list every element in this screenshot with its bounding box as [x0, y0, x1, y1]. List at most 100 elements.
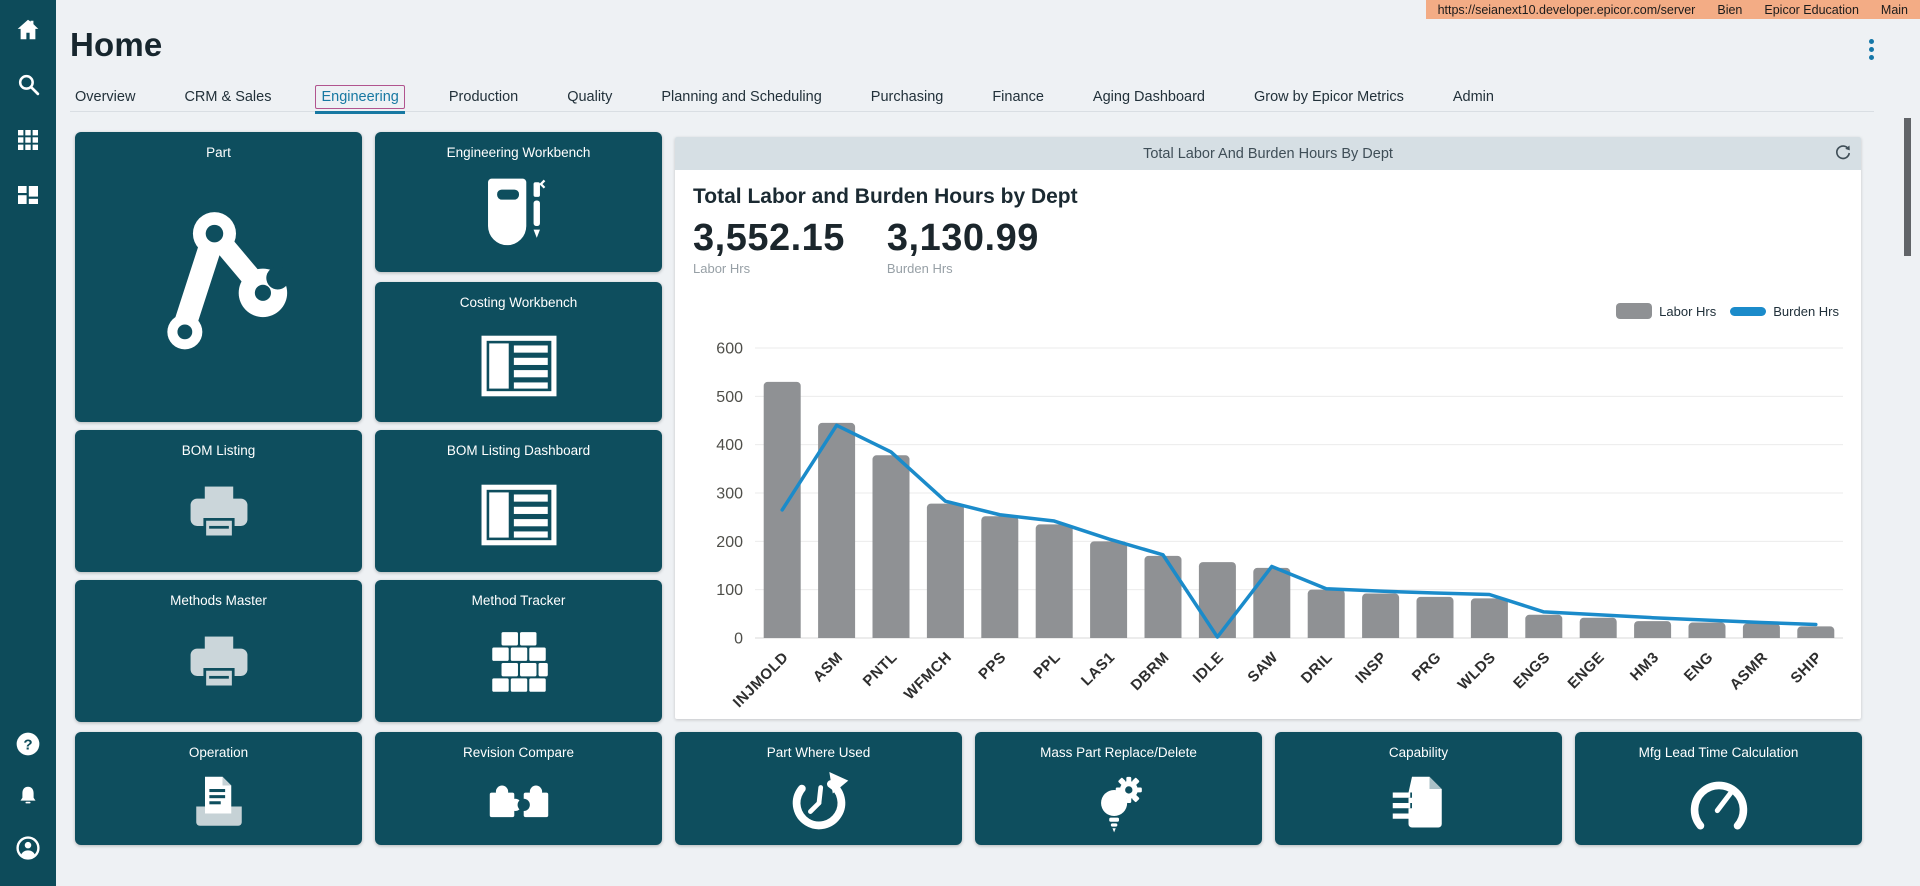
- apps-button[interactable]: [13, 126, 43, 156]
- tile-part[interactable]: Part: [75, 132, 362, 422]
- panel-header-title: Total Labor And Burden Hours By Dept: [1143, 146, 1393, 162]
- tab-crm-sales[interactable]: CRM & Sales: [179, 86, 276, 108]
- notifications-button[interactable]: [13, 782, 43, 812]
- tile-method-tracker[interactable]: Method Tracker: [375, 580, 662, 722]
- debug-url: https://seianext10.developer.epicor.com/…: [1438, 3, 1696, 17]
- idea-gear-icon: [975, 760, 1262, 845]
- tile-bom-listing[interactable]: BOM Listing: [75, 430, 362, 572]
- legend-item-labor-hrs: Labor Hrs: [1616, 303, 1716, 319]
- tile-part-where-used[interactable]: Part Where Used: [675, 732, 962, 845]
- svg-text:ENGS: ENGS: [1510, 649, 1553, 692]
- brick-wall-icon: [375, 608, 662, 722]
- refresh-button[interactable]: [1833, 144, 1853, 164]
- refresh-icon: [1834, 150, 1852, 165]
- kpi-group: 3,552.15 Labor Hrs 3,130.99 Burden Hrs: [693, 219, 1039, 276]
- tab-overview[interactable]: Overview: [70, 86, 140, 108]
- svg-text:ENG: ENG: [1681, 649, 1717, 685]
- svg-text:WFMCH: WFMCH: [901, 649, 955, 703]
- tab-grow-by-epicor-metrics[interactable]: Grow by Epicor Metrics: [1249, 86, 1409, 108]
- svg-text:DRIL: DRIL: [1298, 649, 1336, 687]
- svg-text:600: 600: [716, 341, 743, 358]
- bar-swatch-icon: [1616, 303, 1652, 319]
- line-swatch-icon: [1730, 307, 1766, 316]
- tile-label: Engineering Workbench: [439, 145, 599, 160]
- robot-arm-icon: [75, 160, 362, 422]
- tile-methods-master[interactable]: Methods Master: [75, 580, 362, 722]
- svg-text:ASMR: ASMR: [1727, 649, 1772, 694]
- home-button[interactable]: [13, 16, 43, 46]
- tab-aging-dashboard[interactable]: Aging Dashboard: [1088, 86, 1210, 108]
- dashboards-button[interactable]: [13, 181, 43, 211]
- labor-burden-chart: 0100200300400500600INJMOLDASMPNTLWFMCHPP…: [689, 340, 1849, 712]
- apps-grid-icon: [16, 128, 40, 155]
- tile-engineering-workbench[interactable]: Engineering Workbench: [375, 132, 662, 272]
- tile-label: BOM Listing Dashboard: [439, 443, 598, 458]
- tile-label: Costing Workbench: [452, 295, 586, 310]
- svg-text:PPL: PPL: [1030, 649, 1064, 683]
- tab-admin[interactable]: Admin: [1448, 86, 1499, 108]
- tile-label: Capability: [1381, 745, 1456, 760]
- chart-bars: [764, 382, 1835, 638]
- help-icon: ?: [15, 731, 41, 760]
- svg-text:PNTL: PNTL: [860, 649, 901, 690]
- tile-label: Part Where Used: [759, 745, 879, 760]
- home-icon: [15, 17, 41, 46]
- chart-panel: Total Labor And Burden Hours By Dept Tot…: [675, 137, 1861, 719]
- vertical-scrollbar[interactable]: [1904, 118, 1911, 256]
- tab-production[interactable]: Production: [444, 86, 523, 108]
- svg-text:WLDS: WLDS: [1455, 649, 1500, 694]
- svg-text:LAS1: LAS1: [1078, 649, 1119, 690]
- document-lines-icon: [1275, 760, 1562, 845]
- gauge-icon: [1575, 760, 1862, 845]
- tile-mfg-lead-time-calculation[interactable]: Mfg Lead Time Calculation: [1575, 732, 1862, 845]
- kpi-label: Burden Hrs: [887, 261, 1039, 276]
- svg-text:?: ?: [23, 736, 32, 753]
- legend-label: Labor Hrs: [1659, 304, 1716, 319]
- printer-icon: [75, 458, 362, 572]
- kpi-burden-hrs: 3,130.99 Burden Hrs: [887, 219, 1039, 276]
- legend-label: Burden Hrs: [1773, 304, 1839, 319]
- tab-finance[interactable]: Finance: [987, 86, 1049, 108]
- puzzle-icon: [375, 760, 662, 845]
- search-button[interactable]: [13, 71, 43, 101]
- tab-quality[interactable]: Quality: [562, 86, 617, 108]
- welding-tool-icon: [375, 160, 662, 272]
- tile-bom-listing-dashboard[interactable]: BOM Listing Dashboard: [375, 430, 662, 572]
- svg-text:HM3: HM3: [1627, 649, 1662, 684]
- tile-mass-part-replace-delete[interactable]: Mass Part Replace/Delete: [975, 732, 1262, 845]
- svg-text:200: 200: [716, 534, 743, 551]
- kpi-label: Labor Hrs: [693, 261, 845, 276]
- tab-bar: Overview CRM & Sales Engineering Product…: [70, 82, 1874, 112]
- tile-label: Mfg Lead Time Calculation: [1631, 745, 1807, 760]
- dashboards-icon: [16, 183, 40, 210]
- tile-label: Mass Part Replace/Delete: [1032, 745, 1205, 760]
- tab-planning-and-scheduling[interactable]: Planning and Scheduling: [656, 86, 826, 108]
- printer-icon: [75, 608, 362, 722]
- svg-text:ENGE: ENGE: [1565, 649, 1608, 692]
- kpi-value: 3,130.99: [887, 219, 1039, 259]
- tile-label: Operation: [181, 745, 256, 760]
- tab-engineering[interactable]: Engineering: [315, 85, 404, 109]
- overflow-menu-button[interactable]: [1862, 36, 1880, 62]
- kpi-labor-hrs: 3,552.15 Labor Hrs: [693, 219, 845, 276]
- svg-text:500: 500: [716, 389, 743, 406]
- tile-capability[interactable]: Capability: [1275, 732, 1562, 845]
- chart-grid: [755, 348, 1843, 638]
- help-button[interactable]: ?: [13, 730, 43, 760]
- account-button[interactable]: [13, 834, 43, 864]
- tile-operation[interactable]: Operation: [75, 732, 362, 845]
- app-root: https://seianext10.developer.epicor.com/…: [0, 0, 1920, 886]
- chart-y-axis-labels: 0100200300400500600: [716, 341, 743, 648]
- chart-legend: Labor Hrs Burden Hrs: [1616, 303, 1839, 319]
- tile-costing-workbench[interactable]: Costing Workbench: [375, 282, 662, 422]
- chart-title: Total Labor and Burden Hours by Dept: [693, 185, 1078, 209]
- dashboard-list-icon: [375, 458, 662, 572]
- tab-purchasing[interactable]: Purchasing: [866, 86, 949, 108]
- tile-revision-compare[interactable]: Revision Compare: [375, 732, 662, 845]
- dashboard-list-icon: [375, 310, 662, 422]
- svg-text:PRG: PRG: [1409, 649, 1445, 685]
- svg-text:SHIP: SHIP: [1787, 649, 1825, 687]
- debug-environment: Bien: [1717, 3, 1742, 17]
- history-clock-icon: [675, 760, 962, 845]
- kpi-value: 3,552.15: [693, 219, 845, 259]
